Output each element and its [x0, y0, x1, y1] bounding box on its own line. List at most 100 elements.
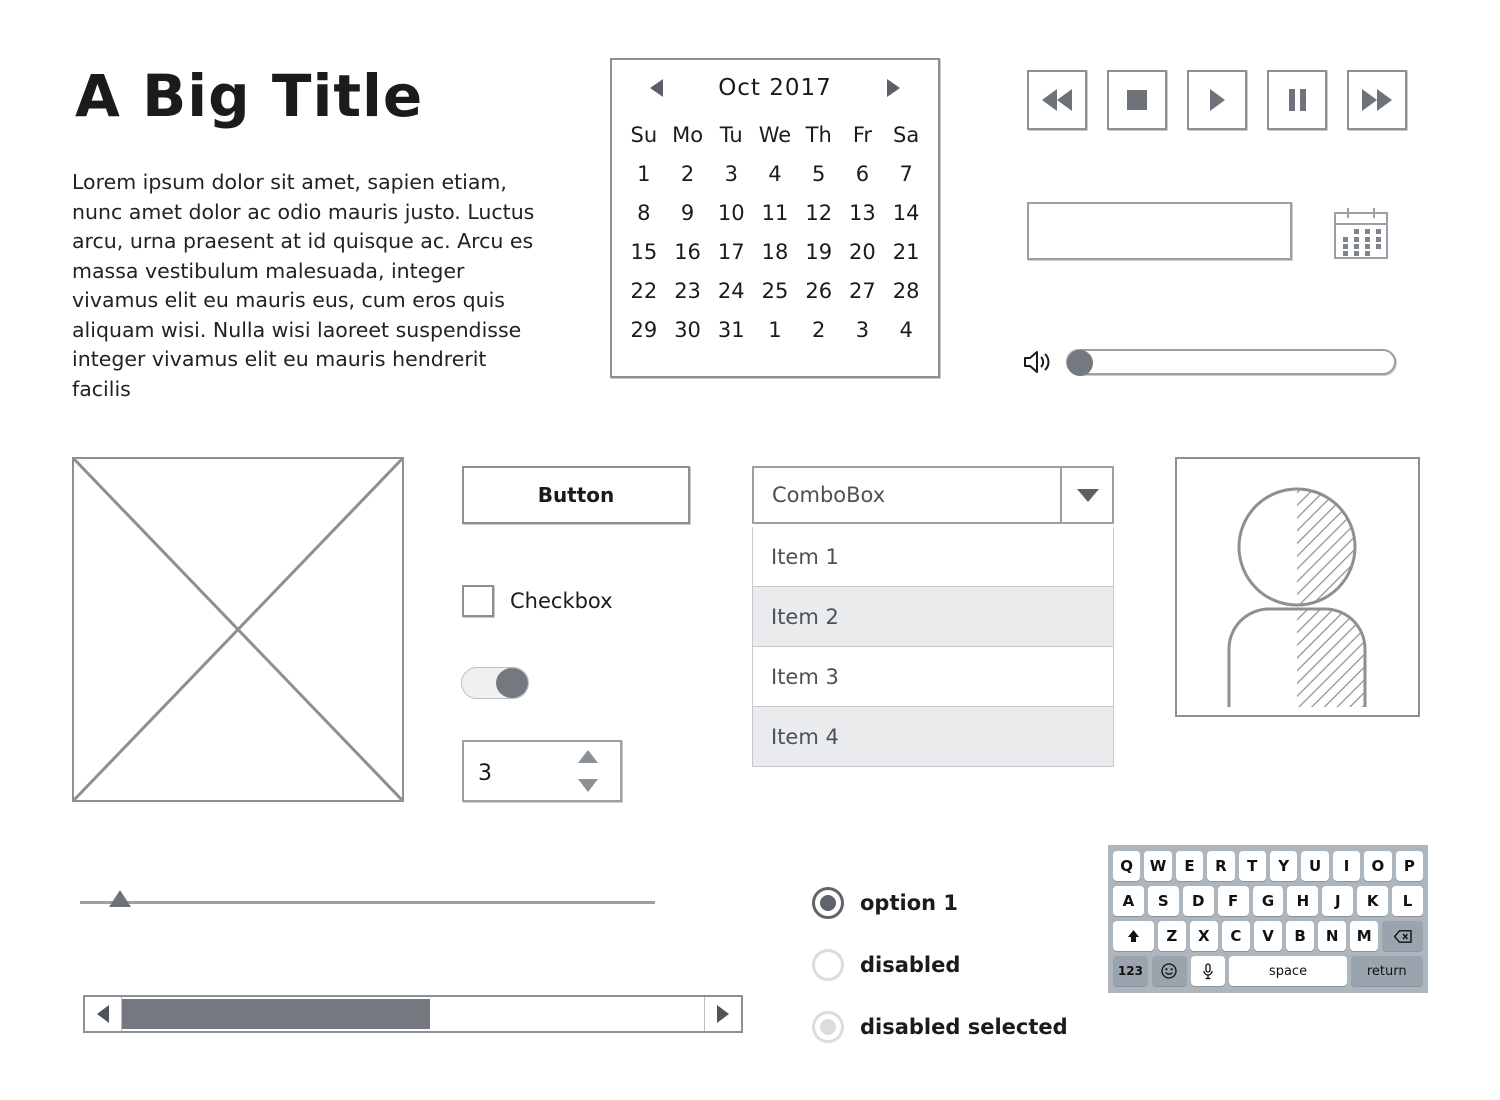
radio-option[interactable]: option 1: [812, 872, 1068, 934]
key-H[interactable]: H: [1287, 886, 1319, 916]
radio-group[interactable]: option 1 disabled disabled selected: [812, 872, 1068, 1058]
triangle-down-icon[interactable]: [578, 779, 598, 792]
calendar-day[interactable]: 16: [666, 233, 710, 272]
calendar-day[interactable]: 20: [841, 233, 885, 272]
calendar-day[interactable]: 25: [753, 272, 797, 311]
emoji-icon[interactable]: [1151, 956, 1187, 986]
calendar-day[interactable]: 27: [841, 272, 885, 311]
scroll-right-button[interactable]: [704, 997, 741, 1031]
keyboard-row-4[interactable]: 123 space return: [1113, 956, 1423, 986]
calendar-day[interactable]: 12: [797, 194, 841, 233]
horizontal-slider[interactable]: [80, 890, 655, 914]
key-Q[interactable]: Q: [1112, 851, 1141, 881]
calendar-widget[interactable]: Oct 2017 Su Mo Tu We Th Fr Sa 1 2 3 4 5 6 7 8 9 10 11 12 1…: [610, 58, 940, 378]
key-V[interactable]: V: [1253, 921, 1283, 951]
key-K[interactable]: K: [1357, 886, 1389, 916]
key-P[interactable]: P: [1395, 851, 1424, 881]
calendar-day[interactable]: 23: [666, 272, 710, 311]
rewind-button[interactable]: [1027, 70, 1087, 130]
key-F[interactable]: F: [1217, 886, 1249, 916]
triangle-right-icon[interactable]: [887, 79, 900, 97]
backspace-icon[interactable]: [1382, 921, 1423, 951]
calendar-day[interactable]: 10: [709, 194, 753, 233]
calendar-day[interactable]: 26: [797, 272, 841, 311]
fast-forward-button[interactable]: [1347, 70, 1407, 130]
calendar-day[interactable]: 17: [709, 233, 753, 272]
key-Z[interactable]: Z: [1157, 921, 1186, 951]
scrollbar-thumb[interactable]: [122, 999, 431, 1029]
volume-slider-thumb[interactable]: [1067, 350, 1093, 376]
key-B[interactable]: B: [1286, 921, 1315, 951]
calendar-day[interactable]: 18: [753, 233, 797, 272]
key-C[interactable]: C: [1221, 921, 1250, 951]
calendar-day[interactable]: 7: [884, 155, 928, 194]
key-numbers[interactable]: 123: [1113, 956, 1148, 986]
number-spinner[interactable]: 3: [462, 740, 622, 802]
key-G[interactable]: G: [1252, 886, 1284, 916]
calendar-day[interactable]: 9: [666, 194, 710, 233]
key-J[interactable]: J: [1322, 886, 1354, 916]
combobox[interactable]: ComboBox: [752, 466, 1114, 524]
calendar-day[interactable]: 19: [797, 233, 841, 272]
scrollbar-track[interactable]: [122, 997, 704, 1031]
key-L[interactable]: L: [1392, 886, 1424, 916]
key-return[interactable]: return: [1350, 956, 1423, 986]
toggle-switch[interactable]: [461, 667, 529, 699]
slider-thumb[interactable]: [108, 890, 131, 907]
primary-button[interactable]: Button: [462, 466, 690, 524]
combobox-dropdown-list[interactable]: Item 1 Item 2 Item 3 Item 4: [752, 527, 1114, 767]
key-O[interactable]: O: [1364, 851, 1392, 881]
calendar-day[interactable]: 6: [841, 155, 885, 194]
keyboard-row-2[interactable]: ASDFGHJKL: [1113, 886, 1424, 916]
text-input[interactable]: [1027, 202, 1292, 260]
keyboard-row-1[interactable]: QWERTYUIOP: [1112, 851, 1424, 881]
key-N[interactable]: N: [1318, 921, 1347, 951]
volume-slider-track[interactable]: [1066, 349, 1396, 376]
key-T[interactable]: T: [1238, 851, 1266, 881]
calendar-day[interactable]: 31: [709, 311, 753, 350]
slider-track[interactable]: [80, 901, 655, 904]
triangle-up-icon[interactable]: [578, 750, 598, 763]
combobox-item[interactable]: Item 3: [752, 647, 1114, 707]
key-A[interactable]: A: [1113, 886, 1144, 916]
pause-button[interactable]: [1267, 70, 1327, 130]
key-Y[interactable]: Y: [1270, 851, 1298, 881]
combobox-item[interactable]: Item 4: [752, 707, 1114, 767]
checkbox-control[interactable]: Checkbox: [462, 585, 613, 617]
combobox-toggle[interactable]: [1060, 466, 1114, 524]
calendar-day[interactable]: 8: [622, 194, 666, 233]
triangle-left-icon[interactable]: [650, 79, 663, 97]
calendar-day[interactable]: 1: [622, 155, 666, 194]
calendar-day[interactable]: 4: [753, 155, 797, 194]
calendar-days-grid[interactable]: 1 2 3 4 5 6 7 8 9 10 11 12 13 14 15 16 17 18 19 20 21 22 23 24 2…: [612, 155, 938, 350]
key-M[interactable]: M: [1350, 921, 1379, 951]
calendar-day[interactable]: 14: [884, 194, 928, 233]
scroll-left-button[interactable]: [85, 997, 122, 1031]
calendar-day[interactable]: 5: [797, 155, 841, 194]
key-E[interactable]: E: [1175, 851, 1204, 881]
key-space[interactable]: space: [1229, 956, 1347, 986]
combobox-item[interactable]: Item 2: [752, 587, 1114, 647]
calendar-day[interactable]: 21: [884, 233, 928, 272]
calendar-day[interactable]: 30: [666, 311, 710, 350]
calendar-day[interactable]: 24: [709, 272, 753, 311]
calendar-day[interactable]: 15: [622, 233, 666, 272]
calendar-day[interactable]: 22: [622, 272, 666, 311]
keyboard-row-3[interactable]: ZXCVBNM: [1113, 921, 1423, 951]
calendar-day[interactable]: 2: [666, 155, 710, 194]
key-U[interactable]: U: [1301, 851, 1329, 881]
key-D[interactable]: D: [1182, 886, 1214, 916]
calendar-day[interactable]: 13: [841, 194, 885, 233]
key-W[interactable]: W: [1144, 851, 1172, 881]
shift-icon[interactable]: [1113, 921, 1154, 951]
key-I[interactable]: I: [1332, 851, 1361, 881]
key-R[interactable]: R: [1207, 851, 1235, 881]
key-S[interactable]: S: [1147, 886, 1179, 916]
microphone-icon[interactable]: [1190, 956, 1226, 986]
play-button[interactable]: [1187, 70, 1247, 130]
calendar-icon[interactable]: [1332, 205, 1390, 261]
radio-button[interactable]: [812, 887, 844, 919]
calendar-day[interactable]: 28: [884, 272, 928, 311]
key-X[interactable]: X: [1189, 921, 1218, 951]
calendar-day[interactable]: 3: [709, 155, 753, 194]
